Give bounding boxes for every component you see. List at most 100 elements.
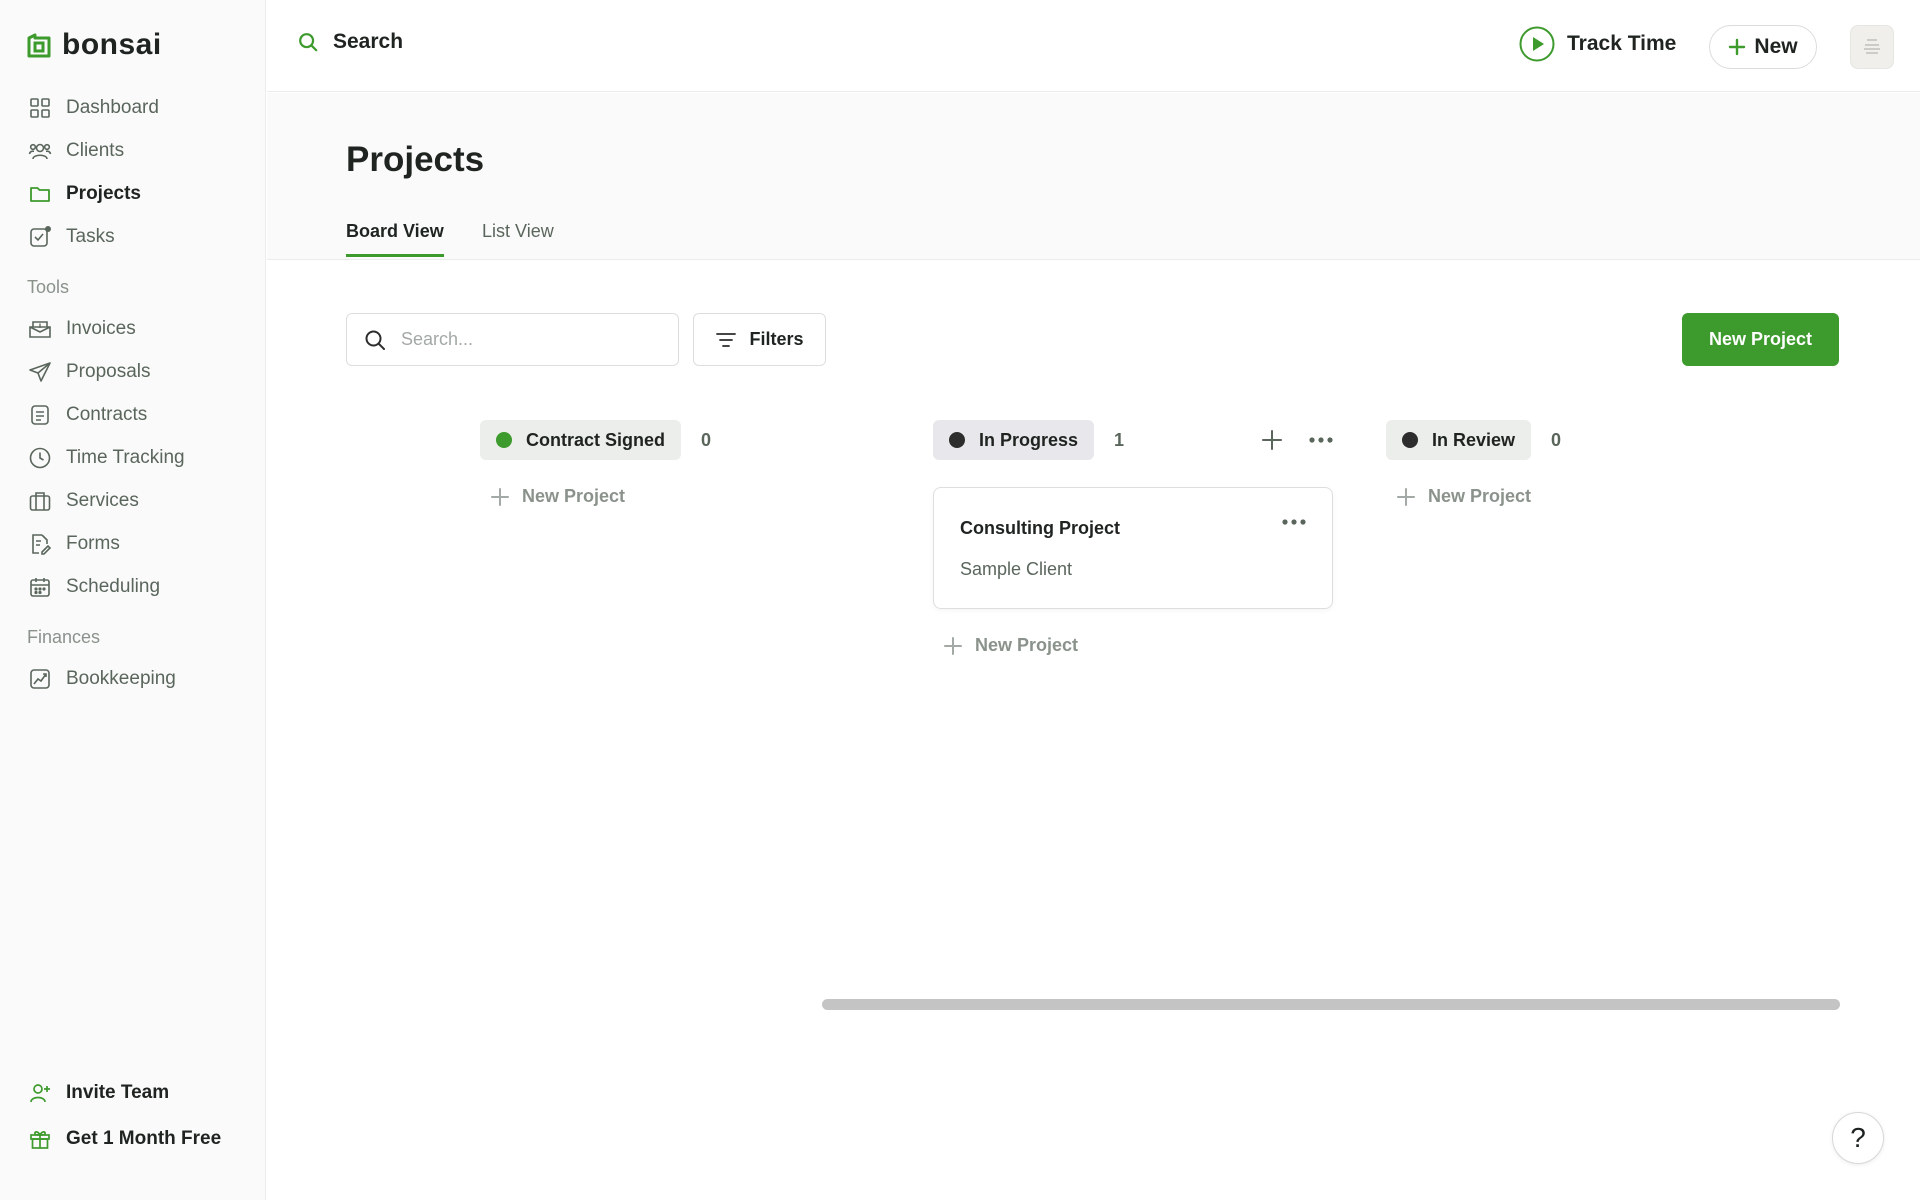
clock-icon	[28, 446, 52, 470]
sidebar-item-scheduling[interactable]: Scheduling	[0, 565, 266, 608]
contract-icon	[28, 403, 52, 427]
sidebar-item-clients[interactable]: Clients	[0, 129, 266, 172]
sidebar-item-label: Bookkeeping	[66, 667, 176, 689]
filters-label: Filters	[749, 329, 804, 349]
sidebar-item-forms[interactable]: Forms	[0, 522, 266, 565]
invite-team-button[interactable]: Invite Team	[0, 1070, 266, 1116]
column-count: 0	[1551, 429, 1562, 450]
sidebar-item-invoices[interactable]: Invoices	[0, 307, 266, 350]
invoice-icon	[28, 317, 52, 341]
horizontal-scrollbar[interactable]	[822, 999, 1840, 1010]
add-card-icon[interactable]	[1261, 429, 1283, 451]
project-card-client: Sample Client	[960, 559, 1073, 579]
sidebar-item-label: Clients	[66, 139, 125, 161]
project-card[interactable]: Consulting Project Sample Client	[933, 487, 1333, 609]
column-header: In Review 0	[1386, 420, 1786, 460]
folder-icon	[28, 182, 52, 206]
brand-name: bonsai	[62, 28, 162, 61]
add-user-icon	[28, 1081, 52, 1105]
sidebar-item-time-tracking[interactable]: Time Tracking	[0, 436, 266, 479]
column-title: In Progress	[979, 429, 1079, 450]
bonsai-logo[interactable]: bonsai	[26, 28, 162, 62]
card-more-options-icon[interactable]	[1282, 518, 1306, 526]
new-button[interactable]: New	[1709, 25, 1817, 69]
sidebar-item-label: Services	[66, 489, 139, 511]
plus-icon	[490, 487, 510, 507]
add-project-button[interactable]: New Project	[1386, 486, 1786, 507]
column-header: In Progress 1	[933, 420, 1333, 460]
status-dot	[1402, 432, 1418, 448]
track-time-button[interactable]: Track Time	[1519, 26, 1676, 62]
form-icon	[28, 532, 52, 556]
plus-icon	[1396, 487, 1416, 507]
filters-button[interactable]: Filters	[693, 313, 826, 366]
column-count: 0	[701, 429, 712, 450]
column-title: Contract Signed	[526, 429, 666, 450]
column-title: In Review	[1432, 429, 1516, 450]
global-search-label: Search	[333, 30, 404, 53]
search-icon	[297, 31, 319, 53]
add-project-label: New Project	[522, 486, 626, 506]
get-free-month-label: Get 1 Month Free	[66, 1128, 222, 1149]
sidebar-item-label: Scheduling	[66, 575, 161, 597]
board-column-in-progress: In Progress 1 Consulting Project Sample …	[933, 420, 1333, 656]
status-pill[interactable]: Contract Signed	[480, 420, 682, 460]
sidebar-item-tasks[interactable]: Tasks	[0, 215, 266, 258]
sidebar-item-label: Proposals	[66, 360, 151, 382]
status-dot	[949, 432, 965, 448]
tab-board-view[interactable]: Board View	[346, 221, 444, 257]
get-free-month-button[interactable]: Get 1 Month Free	[0, 1116, 266, 1162]
sidebar-item-services[interactable]: Services	[0, 479, 266, 522]
status-pill[interactable]: In Review	[1386, 420, 1532, 460]
page-header: Projects Board View List View	[267, 93, 1920, 260]
plus-icon	[1728, 38, 1746, 56]
sidebar-item-label: Contracts	[66, 403, 148, 425]
global-search[interactable]: Search	[297, 30, 403, 54]
sidebar-bottom: Invite Team Get 1 Month Free	[0, 1070, 266, 1162]
avatar-image-icon	[1859, 36, 1885, 58]
status-pill[interactable]: In Progress	[933, 420, 1095, 460]
avatar[interactable]	[1850, 25, 1894, 69]
sidebar: bonsai Dashboard Clients Projects Tasks …	[0, 0, 266, 1200]
send-icon	[28, 360, 52, 384]
sidebar-item-contracts[interactable]: Contracts	[0, 393, 266, 436]
sidebar-nav: Dashboard Clients Projects Tasks Tools I…	[0, 86, 266, 700]
track-time-label: Track Time	[1567, 32, 1677, 55]
add-project-button[interactable]: New Project	[933, 635, 1333, 656]
sidebar-item-dashboard[interactable]: Dashboard	[0, 86, 266, 129]
filter-icon	[715, 330, 737, 350]
dashboard-icon	[28, 96, 52, 120]
more-options-icon[interactable]	[1309, 436, 1333, 444]
play-icon	[1519, 26, 1555, 62]
tools-section-label: Tools	[27, 277, 70, 297]
page-title: Projects	[346, 140, 485, 179]
column-header: Contract Signed 0	[480, 420, 880, 460]
gift-icon	[28, 1127, 52, 1151]
sidebar-item-label: Dashboard	[66, 96, 159, 118]
new-project-button[interactable]: New Project	[1682, 313, 1839, 366]
column-actions	[1261, 429, 1333, 451]
sidebar-item-label: Projects	[66, 182, 141, 204]
tab-list-view[interactable]: List View	[482, 221, 554, 254]
invite-team-label: Invite Team	[66, 1082, 170, 1103]
top-bar: Search Track Time New	[267, 0, 1920, 92]
sidebar-item-label: Tasks	[66, 225, 115, 247]
help-button[interactable]: ?	[1832, 1112, 1884, 1164]
bonsai-logo-icon	[26, 32, 52, 58]
column-count: 1	[1114, 429, 1125, 450]
sidebar-item-proposals[interactable]: Proposals	[0, 350, 266, 393]
project-search-input[interactable]	[401, 329, 661, 350]
sidebar-item-label: Invoices	[66, 317, 136, 339]
sidebar-item-projects[interactable]: Projects	[0, 172, 266, 215]
sidebar-item-bookkeeping[interactable]: Bookkeeping	[0, 657, 266, 700]
tasks-icon	[28, 225, 52, 249]
add-project-label: New Project	[1428, 486, 1532, 506]
sidebar-item-label: Time Tracking	[66, 446, 185, 468]
add-project-button[interactable]: New Project	[480, 486, 880, 507]
search-icon	[363, 328, 387, 352]
chart-icon	[28, 667, 52, 691]
briefcase-icon	[28, 489, 52, 513]
project-card-title: Consulting Project	[960, 518, 1121, 538]
calendar-icon	[28, 575, 52, 599]
clients-icon	[28, 139, 52, 163]
